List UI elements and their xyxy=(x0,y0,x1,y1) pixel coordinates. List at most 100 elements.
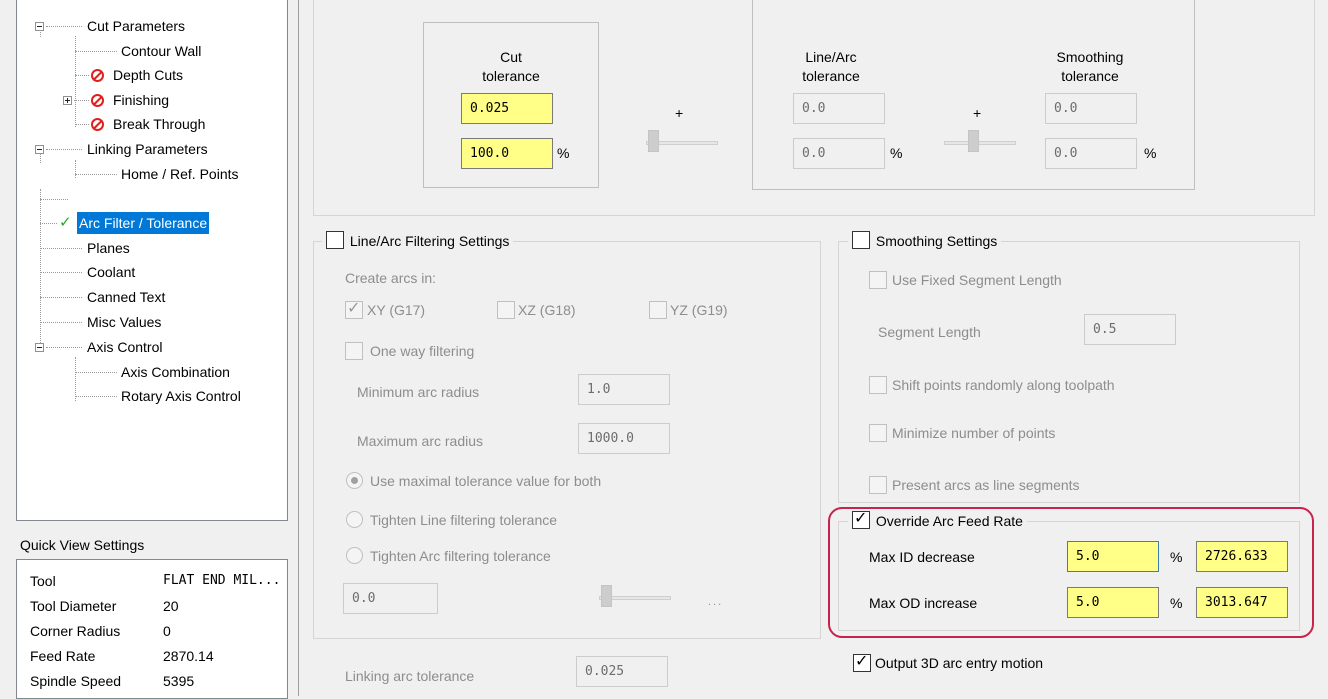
output-3d-arc-label: Output 3D arc entry motion xyxy=(875,655,1044,671)
xz-label: XZ (G18) xyxy=(518,302,576,318)
use-maximal-tolerance-radio[interactable] xyxy=(346,472,363,489)
tree-item-label: Linking Parameters xyxy=(87,141,208,157)
tree-item-label: Coolant xyxy=(87,264,136,280)
tree-item-planes[interactable]: Planes xyxy=(17,237,287,259)
one-way-filtering-label: One way filtering xyxy=(370,343,475,359)
tighten-arc-radio[interactable] xyxy=(346,547,363,564)
tree-item-coolant[interactable]: Coolant xyxy=(17,261,287,283)
tighten-line-label: Tighten Line filtering tolerance xyxy=(370,512,558,528)
present-arcs-checkbox[interactable] xyxy=(869,476,887,494)
tighten-line-radio[interactable] xyxy=(346,511,363,528)
minimize-points-checkbox[interactable] xyxy=(869,424,887,442)
quick-view-panel: Tool FLAT END MIL... Tool Diameter 20 Co… xyxy=(16,559,288,699)
fixed-segment-checkbox[interactable] xyxy=(869,271,887,289)
line-arc-filtering-checkbox[interactable] xyxy=(326,231,344,249)
tighten-arc-label: Tighten Arc filtering tolerance xyxy=(370,548,551,564)
panel-divider xyxy=(298,0,299,696)
tree-item-depth-cuts[interactable]: Depth Cuts xyxy=(17,64,287,86)
smoothing-tolerance-input[interactable]: 0.0 xyxy=(1045,93,1137,124)
tree-item-contour-wall[interactable]: Contour Wall xyxy=(17,40,287,62)
smoothing-percent-input[interactable]: 0.0 xyxy=(1045,138,1137,169)
tree-item-linking-parameters[interactable]: Linking Parameters xyxy=(17,138,287,160)
tree-item-arc-filter-tolerance[interactable]: ✓ Arc Filter / Tolerance xyxy=(17,212,287,234)
tree-item-label: Finishing xyxy=(113,92,170,108)
cut-tolerance-input[interactable]: 0.025 xyxy=(461,93,553,124)
check-icon: ✓ xyxy=(855,653,869,670)
tolerance-slider-thumb[interactable] xyxy=(648,130,659,152)
minimize-points-label: Minimize number of points xyxy=(892,425,1056,441)
smoothing-checkbox[interactable] xyxy=(852,231,870,249)
xy-label: XY (G17) xyxy=(367,302,426,318)
plus-label: + xyxy=(973,105,982,121)
quick-view-label: Spindle Speed xyxy=(30,673,122,689)
linking-arc-tolerance-label: Linking arc tolerance xyxy=(345,668,475,684)
plus-label: + xyxy=(675,105,684,121)
collapse-icon[interactable] xyxy=(35,22,44,31)
tree-item-label: Contour Wall xyxy=(121,43,202,59)
create-arcs-label: Create arcs in: xyxy=(345,270,437,286)
smoothing-slider-thumb[interactable] xyxy=(968,130,979,152)
percent-label: % xyxy=(890,145,903,161)
xz-checkbox[interactable] xyxy=(497,301,515,319)
linking-arc-tolerance-input[interactable]: 0.025 xyxy=(576,656,668,687)
quick-view-row: Tool FLAT END MIL... xyxy=(30,569,280,593)
quick-view-title: Quick View Settings xyxy=(20,537,145,553)
tree-item-label: Break Through xyxy=(113,116,206,132)
tree-item-cut-parameters[interactable]: Cut Parameters xyxy=(17,15,287,37)
cut-tolerance-percent-input[interactable]: 100.0 xyxy=(461,138,553,169)
check-icon: ✓ xyxy=(59,214,72,231)
one-way-filtering-checkbox[interactable] xyxy=(345,342,363,360)
ellipsis-label: ... xyxy=(708,596,724,608)
max-id-decrease-label: Max ID decrease xyxy=(869,549,975,565)
quick-view-row: Spindle Speed 5395 xyxy=(30,669,194,693)
max-arc-radius-label: Maximum arc radius xyxy=(357,433,484,449)
max-od-increase-label: Max OD increase xyxy=(869,595,978,611)
tree-item-axis-combination[interactable]: Axis Combination xyxy=(17,361,287,383)
disabled-icon xyxy=(91,94,104,107)
tree-item-axis-control[interactable]: Axis Control xyxy=(17,336,287,358)
tree-item-finishing[interactable]: Finishing xyxy=(17,89,287,111)
check-icon: ✓ xyxy=(854,510,868,527)
tree-item-misc-values[interactable]: Misc Values xyxy=(17,311,287,333)
smoothing-title: Smoothing Settings xyxy=(875,233,998,249)
max-id-decrease-input[interactable]: 5.0 xyxy=(1067,541,1159,572)
smoothing-tolerance-label: Smoothing tolerance xyxy=(1056,49,1124,84)
collapse-icon[interactable] xyxy=(35,145,44,154)
check-icon: ✓ xyxy=(347,300,361,317)
tighten-value-input[interactable]: 0.0 xyxy=(343,583,438,614)
tree-item-label: Rotary Axis Control xyxy=(121,388,241,404)
tighten-slider-thumb[interactable] xyxy=(601,585,612,607)
max-arc-radius-input[interactable]: 1000.0 xyxy=(578,423,670,454)
xy-checkbox[interactable]: ✓ xyxy=(345,300,363,319)
override-arc-feed-checkbox[interactable]: ✓ xyxy=(852,510,870,529)
tree-item-label: Home / Ref. Points xyxy=(121,166,239,182)
quick-view-row: Feed Rate 2870.14 xyxy=(30,644,214,668)
segment-length-input[interactable]: 0.5 xyxy=(1084,314,1176,345)
parameter-tree[interactable]: Cut Parameters Contour Wall Depth Cuts F… xyxy=(16,0,288,521)
quick-view-label: Tool xyxy=(30,573,56,589)
min-arc-radius-input[interactable]: 1.0 xyxy=(578,374,670,405)
quick-view-row: Corner Radius 0 xyxy=(30,619,171,643)
tree-item-label: Depth Cuts xyxy=(113,67,184,83)
tree-item-home-ref-points[interactable]: Home / Ref. Points xyxy=(17,163,287,185)
tree-item-label: Cut Parameters xyxy=(87,18,186,34)
quick-view-label: Corner Radius xyxy=(30,623,121,639)
line-arc-percent-input[interactable]: 0.0 xyxy=(793,138,885,169)
segment-length-label: Segment Length xyxy=(878,324,981,340)
expand-icon[interactable] xyxy=(63,96,72,105)
smoothing-header: Smoothing Settings xyxy=(848,231,1002,250)
max-id-result-field: 2726.633 xyxy=(1196,541,1288,572)
percent-label: % xyxy=(1170,549,1183,565)
tree-item-break-through[interactable]: Break Through xyxy=(17,113,287,135)
shift-points-checkbox[interactable] xyxy=(869,376,887,394)
line-arc-filtering-header: Line/Arc Filtering Settings xyxy=(322,231,514,250)
max-od-increase-input[interactable]: 5.0 xyxy=(1067,587,1159,618)
percent-label: % xyxy=(1170,595,1183,611)
tree-item-rotary-axis-control[interactable]: Rotary Axis Control xyxy=(17,385,287,407)
line-arc-tolerance-input[interactable]: 0.0 xyxy=(793,93,885,124)
collapse-icon[interactable] xyxy=(35,343,44,352)
yz-checkbox[interactable] xyxy=(649,301,667,319)
output-3d-arc-checkbox[interactable]: ✓ xyxy=(853,653,871,672)
tree-item-canned-text[interactable]: Canned Text xyxy=(17,286,287,308)
shift-points-label: Shift points randomly along toolpath xyxy=(892,377,1115,393)
